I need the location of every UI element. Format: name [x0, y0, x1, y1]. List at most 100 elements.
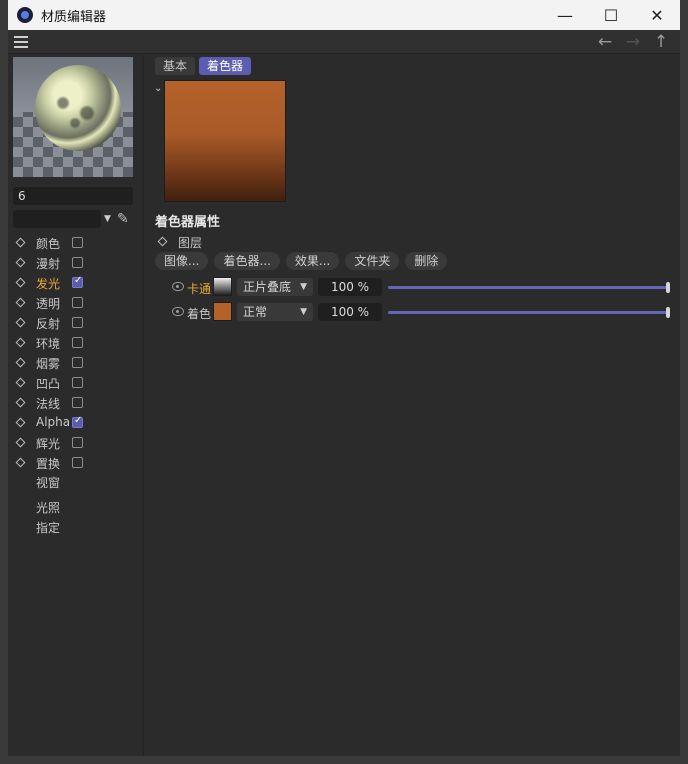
- blend-mode-dropdown[interactable]: 正常 ▼: [237, 303, 313, 321]
- tab-basic[interactable]: 基本: [155, 57, 196, 75]
- material-name-field[interactable]: 6: [13, 187, 133, 205]
- channel-reflectance[interactable]: 反射: [8, 313, 144, 333]
- channel-label[interactable]: 发光: [36, 275, 60, 292]
- material-preview[interactable]: [13, 57, 133, 177]
- keyframe-diamond-icon[interactable]: [15, 317, 26, 328]
- folder-button[interactable]: 文件夹: [345, 252, 400, 270]
- effect-button[interactable]: 效果...: [285, 252, 340, 270]
- keyframe-diamond-icon[interactable]: [157, 236, 168, 247]
- nav-buttons: ← → ↑: [596, 32, 670, 52]
- maximize-button[interactable]: ☐: [588, 0, 634, 30]
- preset-dropdown[interactable]: [13, 210, 101, 228]
- channel-label[interactable]: 法线: [36, 395, 60, 412]
- eye-icon[interactable]: [172, 282, 184, 291]
- preview-sphere: [35, 65, 121, 151]
- channel-label[interactable]: 透明: [36, 295, 60, 312]
- channel-alpha[interactable]: Alpha: [8, 413, 144, 433]
- channel-transparency[interactable]: 透明: [8, 293, 144, 313]
- opacity-field[interactable]: 100 %: [318, 278, 382, 296]
- delete-button[interactable]: 删除: [405, 252, 448, 270]
- channel-checkbox[interactable]: [72, 357, 83, 368]
- keyframe-diamond-icon[interactable]: [15, 297, 26, 308]
- keyframe-diamond-icon[interactable]: [15, 417, 26, 428]
- close-button[interactable]: ✕: [634, 0, 680, 30]
- image-button[interactable]: 图像...: [155, 252, 209, 270]
- layer-name[interactable]: 卡通: [187, 280, 211, 297]
- channel-glow[interactable]: 辉光: [8, 433, 144, 453]
- channel-label[interactable]: 反射: [36, 315, 60, 332]
- assignment-item[interactable]: 指定: [36, 519, 60, 536]
- channel-luminance[interactable]: 发光: [8, 273, 144, 293]
- back-arrow-icon[interactable]: ←: [596, 32, 614, 52]
- eyedropper-icon[interactable]: ✎: [117, 210, 135, 228]
- chevron-down-icon: ▼: [300, 307, 307, 317]
- illumination-item[interactable]: 光照: [36, 499, 60, 516]
- eye-icon[interactable]: [172, 307, 184, 316]
- slider-handle[interactable]: [666, 282, 670, 293]
- chevron-down-icon[interactable]: ⌄: [154, 83, 162, 94]
- channel-label[interactable]: 环境: [36, 335, 60, 352]
- chevron-down-icon[interactable]: ▼: [104, 214, 111, 224]
- channel-label[interactable]: 漫射: [36, 255, 60, 272]
- chevron-down-icon: ▼: [300, 282, 307, 292]
- minimize-button[interactable]: —: [542, 0, 588, 30]
- slider-handle[interactable]: [666, 307, 670, 318]
- channel-bump[interactable]: 凹凸: [8, 373, 144, 393]
- channel-label[interactable]: 烟雾: [36, 355, 60, 372]
- layer-row-colorize[interactable]: 着色 正常 ▼ 100 %: [145, 301, 680, 323]
- channel-diffusion[interactable]: 漫射: [8, 253, 144, 273]
- up-arrow-icon[interactable]: ↑: [652, 32, 670, 52]
- keyframe-diamond-icon[interactable]: [15, 397, 26, 408]
- layer-action-buttons: 图像... 着色器... 效果... 文件夹 删除: [155, 252, 448, 270]
- keyframe-diamond-icon[interactable]: [15, 437, 26, 448]
- channel-checkbox[interactable]: [72, 397, 83, 408]
- channel-checkbox[interactable]: [72, 377, 83, 388]
- cinema4d-app-icon: [17, 7, 33, 23]
- channel-checkbox[interactable]: [72, 257, 83, 268]
- channel-pane: 6 ▼ ✎ 颜色 漫射 发光 透明 反射 环境 烟雾 凹凸 法线 Alpha 辉…: [8, 55, 144, 756]
- keyframe-diamond-icon[interactable]: [15, 377, 26, 388]
- opacity-field[interactable]: 100 %: [318, 303, 382, 321]
- channel-checkbox[interactable]: [72, 275, 83, 288]
- opacity-slider[interactable]: [388, 307, 670, 318]
- channel-label[interactable]: 置换: [36, 455, 60, 472]
- channel-label[interactable]: 辉光: [36, 435, 60, 452]
- shader-button[interactable]: 着色器...: [214, 252, 280, 270]
- viewport-item[interactable]: 视窗: [36, 474, 60, 491]
- channel-label[interactable]: Alpha: [36, 415, 70, 429]
- channel-environment[interactable]: 环境: [8, 333, 144, 353]
- channel-checkbox[interactable]: [72, 237, 83, 248]
- channel-fog[interactable]: 烟雾: [8, 353, 144, 373]
- channel-checkbox[interactable]: [72, 437, 83, 448]
- layer-row-cartoon[interactable]: 卡通 正片叠底 ▼ 100 %: [145, 276, 680, 298]
- keyframe-diamond-icon[interactable]: [15, 257, 26, 268]
- keyframe-diamond-icon[interactable]: [15, 457, 26, 468]
- blend-mode-dropdown[interactable]: 正片叠底 ▼: [237, 278, 313, 296]
- channel-label[interactable]: 颜色: [36, 235, 60, 252]
- layer-name[interactable]: 着色: [187, 305, 211, 322]
- material-editor-window: ← → ↑ 6 ▼ ✎ 颜色 漫射 发光 透明 反射 环境 烟雾 凹凸 法线 A…: [8, 30, 680, 756]
- blend-mode-value: 正常: [243, 305, 268, 319]
- channel-checkbox[interactable]: [72, 415, 83, 428]
- tab-shader[interactable]: 着色器: [199, 57, 252, 75]
- channel-normal[interactable]: 法线: [8, 393, 144, 413]
- keyframe-diamond-icon[interactable]: [15, 237, 26, 248]
- shader-preview[interactable]: [164, 80, 286, 202]
- blend-mode-value: 正片叠底: [243, 280, 292, 294]
- channel-displacement[interactable]: 置换: [8, 453, 144, 473]
- keyframe-diamond-icon[interactable]: [15, 357, 26, 368]
- channel-checkbox[interactable]: [72, 297, 83, 308]
- channel-label[interactable]: 凹凸: [36, 375, 60, 392]
- channel-checkbox[interactable]: [72, 457, 83, 468]
- layer-thumbnail[interactable]: [213, 277, 232, 296]
- menu-icon[interactable]: [14, 36, 28, 48]
- keyframe-diamond-icon[interactable]: [15, 337, 26, 348]
- channel-checkbox[interactable]: [72, 317, 83, 328]
- opacity-slider[interactable]: [388, 282, 670, 293]
- layer-thumbnail[interactable]: [213, 302, 232, 321]
- forward-arrow-icon[interactable]: →: [624, 32, 642, 52]
- keyframe-diamond-icon[interactable]: [15, 277, 26, 288]
- tab-bar: 基本 着色器: [155, 57, 252, 75]
- channel-color[interactable]: 颜色: [8, 233, 144, 253]
- channel-checkbox[interactable]: [72, 337, 83, 348]
